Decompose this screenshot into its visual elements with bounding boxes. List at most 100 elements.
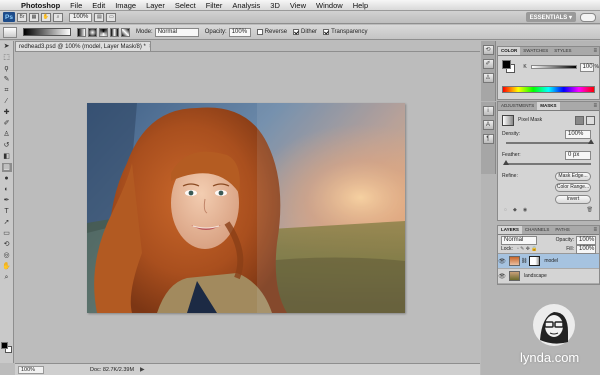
gradient-swatch[interactable] [23,28,71,36]
reverse-checkbox[interactable] [256,29,263,35]
hand-tool-icon[interactable]: ✋ [2,262,12,271]
layer-name[interactable]: model [544,258,558,264]
menu-edit[interactable]: Edit [87,1,110,10]
apply-mask-icon[interactable]: ◆ [513,207,517,213]
history-brush-tool-icon[interactable]: ↺ [2,141,12,150]
color-panel-swatches[interactable] [502,60,515,74]
density-slider-knob[interactable] [588,139,594,144]
clone-stamp-tool-icon[interactable]: ♙ [2,130,12,139]
linear-gradient-icon[interactable] [77,27,86,37]
panel-menu-icon[interactable]: ≡ [593,226,597,234]
healing-brush-tool-icon[interactable]: ✚ [2,108,12,117]
marquee-tool-icon[interactable]: ⬚ [2,53,12,62]
transparency-checkbox[interactable] [323,29,330,35]
menu-filter[interactable]: Filter [201,1,228,10]
history-panel-icon[interactable]: ⟲ [482,45,494,55]
menu-window[interactable]: Window [311,1,348,10]
menu-photoshop[interactable]: Photoshop [16,1,65,10]
layer-mask-thumbnail[interactable] [529,256,541,266]
paragraph-panel-icon[interactable]: ¶ [482,134,494,144]
invert-button[interactable]: Invert [555,194,591,204]
crop-tool-icon[interactable]: ⌗ [2,86,12,95]
brush-tool-icon[interactable]: ✐ [2,119,12,128]
feather-field[interactable]: 0 px [565,150,591,160]
density-field[interactable]: 100% [565,129,591,139]
document-canvas-image[interactable] [87,103,405,313]
gradient-tool-icon[interactable]: ▥ [1,163,12,172]
layer-opacity-field[interactable]: 100% [576,235,596,245]
tab-styles[interactable]: STYLES [551,47,574,55]
path-selection-tool-icon[interactable]: ➚ [2,218,12,227]
zoom-tool-icon[interactable]: ⌕ [2,273,12,282]
angle-gradient-icon[interactable] [99,27,108,37]
eyedropper-tool-icon[interactable]: ⁄ [2,97,12,106]
disable-mask-icon[interactable]: ◉ [523,207,527,213]
workspace-switcher[interactable]: ESSENTIALS ▾ [525,12,576,22]
tab-color[interactable]: COLOR [498,47,521,55]
dodge-tool-icon[interactable]: ◐ [2,185,12,194]
menu-help[interactable]: Help [348,1,373,10]
blur-tool-icon[interactable]: ● [2,174,12,183]
shape-tool-icon[interactable]: ▭ [2,229,12,238]
reflected-gradient-icon[interactable] [110,27,119,37]
mode-select[interactable]: Normal [154,27,199,37]
move-tool-icon[interactable]: ➤ [2,42,12,51]
tab-swatches[interactable]: SWATCHES [520,47,551,55]
k-slider[interactable] [530,65,577,69]
dither-checkbox[interactable] [293,29,300,35]
menu-file[interactable]: File [65,1,87,10]
bridge-icon[interactable]: Br [17,12,27,22]
mask-edge-button[interactable]: Mask Edge... [555,171,591,181]
clone-source-panel-icon[interactable]: ♙ [482,73,494,83]
opacity-field[interactable]: 100% [228,27,251,37]
k-value-field[interactable]: 100 [579,62,594,72]
screen-mode-icon[interactable]: ▭ [106,12,117,22]
panel-menu-icon[interactable]: ≡ [593,47,597,55]
layer-name[interactable]: landscape [524,273,547,279]
foreground-color-swatch[interactable] [1,342,8,349]
zoom-tool-icon[interactable]: ⌕ [53,12,63,22]
3d-rotate-tool-icon[interactable]: ⟲ [2,240,12,249]
lasso-tool-icon[interactable]: ϙ [2,64,12,73]
type-tool-icon[interactable]: T [2,207,12,216]
lock-icons[interactable]: ▫ ✎ ✥ 🔒 [517,246,538,252]
hand-tool-icon[interactable]: ✋ [41,12,51,22]
tab-layers[interactable]: LAYERS [498,226,522,234]
zoom-level-select[interactable]: 100% [69,12,93,22]
delete-mask-icon[interactable]: 🗑 [587,207,593,213]
foreground-background-colors[interactable] [1,342,13,354]
feather-slider-knob[interactable] [503,160,509,165]
menu-select[interactable]: Select [170,1,201,10]
cs-live-search-input[interactable] [580,12,596,22]
eye-icon[interactable]: 👁 [498,273,506,280]
layer-row-landscape[interactable]: 👁 landscape [498,269,599,284]
density-slider[interactable] [506,139,594,144]
radial-gradient-icon[interactable] [88,27,97,37]
fill-field[interactable]: 100% [576,244,596,254]
tool-preset-picker[interactable] [3,26,17,38]
menu-layer[interactable]: Layer [141,1,170,10]
3d-orbit-tool-icon[interactable]: ◎ [2,251,12,260]
eraser-tool-icon[interactable]: ◧ [2,152,12,161]
pen-tool-icon[interactable]: ✒ [2,196,12,205]
pixel-mask-icon[interactable] [575,115,584,125]
quick-select-tool-icon[interactable]: ✎ [2,75,12,84]
mini-bridge-icon[interactable]: ▦ [29,12,39,22]
feather-slider[interactable] [503,160,591,165]
arrange-documents-icon[interactable]: ▤ [94,12,105,22]
blend-mode-select[interactable]: Normal [501,235,537,245]
panel-menu-icon[interactable]: ≡ [593,102,597,110]
vector-mask-icon[interactable] [586,115,595,125]
character-panel-icon[interactable]: A [482,120,494,130]
close-document-icon[interactable]: × [149,44,150,50]
status-zoom-field[interactable]: 100% [18,365,44,374]
menu-image[interactable]: Image [110,1,141,10]
layer-row-model[interactable]: 👁 ⛓ model [498,254,599,269]
tab-adjustments[interactable]: ADJUSTMENTS [498,102,537,110]
brushes-panel-icon[interactable]: ✐ [482,59,494,69]
tab-masks[interactable]: MASKS [537,102,560,110]
diamond-gradient-icon[interactable] [121,27,130,37]
tab-channels[interactable]: CHANNELS [522,226,553,234]
menu-analysis[interactable]: Analysis [227,1,265,10]
eye-icon[interactable]: 👁 [498,258,506,265]
